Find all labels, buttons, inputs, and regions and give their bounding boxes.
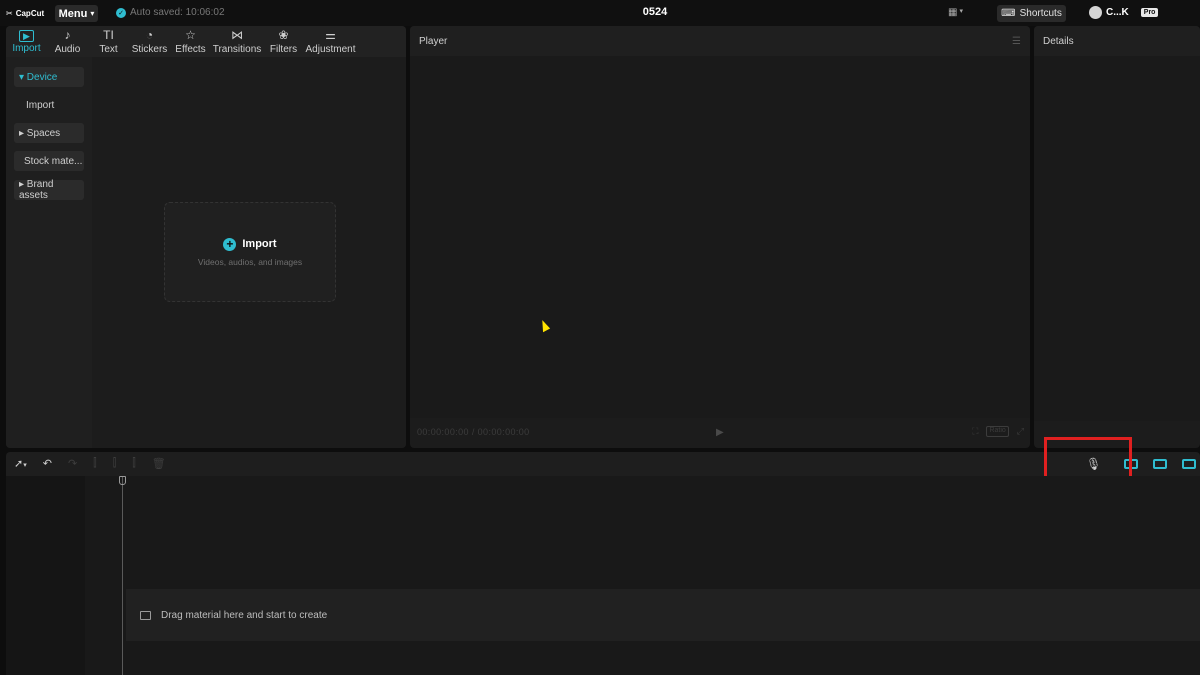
import-label: Import xyxy=(242,238,277,250)
tab-text[interactable]: TI Text xyxy=(88,26,129,57)
ratio-button[interactable]: Ratio xyxy=(986,426,1009,437)
split-left-icon: ⫿ xyxy=(112,457,117,469)
auto-snapping-icon[interactable] xyxy=(1153,459,1167,469)
redo-icon: ↷ xyxy=(67,458,78,470)
details-title: Details xyxy=(1043,36,1074,47)
timeline-area[interactable]: Drag material here and start to create xyxy=(6,476,1200,675)
effects-icon: ☆ xyxy=(185,27,196,42)
fullscreen-icon[interactable]: ⤢ xyxy=(1017,426,1024,437)
tab-label: Filters xyxy=(269,43,298,55)
import-subtitle: Videos, audios, and images xyxy=(197,256,303,267)
audio-icon: ♪ xyxy=(64,27,71,42)
split-right-icon: ⫿ xyxy=(132,457,136,469)
pro-badge: Pro xyxy=(1140,8,1159,17)
drop-hint: Drag material here and start to create xyxy=(161,609,328,621)
tool-tabs: ▶ Import ♪ Audio TI Text ◔ Stickers ☆ Ef… xyxy=(6,26,406,57)
app-logo: ✂ CapCut xyxy=(6,7,44,19)
capcut-logo-icon: ✂ xyxy=(6,8,13,18)
layout-icon: ▦ xyxy=(948,7,958,18)
player-tools: ⛶ Ratio ⤢ xyxy=(972,426,1024,437)
layout-button[interactable]: ▦ ▾ xyxy=(948,7,963,18)
mouse-cursor-icon xyxy=(537,318,551,333)
select-cursor-icon[interactable]: ➚▾ xyxy=(14,457,27,470)
undo-icon[interactable]: ↶ xyxy=(43,457,52,470)
player-header: Player ☰ xyxy=(410,26,1030,56)
sidebar-item-brand-assets[interactable]: ▸ Brand assets xyxy=(14,179,84,201)
player-title: Player xyxy=(419,36,448,47)
play-icon[interactable]: ▶ xyxy=(716,427,724,438)
delete-icon: 🗑 xyxy=(151,458,166,470)
tab-label: Transitions xyxy=(212,43,262,55)
shortcuts-label: Shortcuts xyxy=(1019,8,1062,19)
sidebar-item-spaces[interactable]: ▸ Spaces xyxy=(14,123,84,143)
media-sidebar: ▾ Device Import ▸ Spaces Stock mate... ▸… xyxy=(6,57,92,448)
stickers-icon: ◔ xyxy=(145,27,154,42)
sidebar-item-import[interactable]: Import xyxy=(14,95,84,115)
tab-label: Text xyxy=(99,43,118,55)
chevron-down-icon: ▾ xyxy=(959,8,963,15)
zoom-fit-icon[interactable]: ⛶ xyxy=(972,426,978,437)
project-name[interactable]: 0524 xyxy=(600,6,710,18)
menu-button[interactable]: Menu ▾ xyxy=(55,5,98,22)
shortcuts-button[interactable]: ⌨ Shortcuts xyxy=(997,5,1066,22)
timeline-edit-tools: ➚▾ ↶ ↷ ⫿ ⫿ ⫿ 🗑 xyxy=(14,457,166,470)
playhead-line xyxy=(122,476,123,675)
split-icon: ⫿ xyxy=(93,457,97,469)
timeline-drop-zone[interactable]: Drag material here and start to create xyxy=(126,589,1200,641)
app-name: CapCut xyxy=(15,8,45,18)
text-icon: TI xyxy=(103,27,114,42)
player-viewport[interactable] xyxy=(410,56,1030,418)
track-headers xyxy=(6,476,85,675)
user-name: C...K xyxy=(1106,7,1129,18)
tab-adjustment[interactable]: ⚌ Adjustment xyxy=(304,26,357,57)
autosave-text: Auto saved: 10:06:02 xyxy=(130,7,225,18)
linkage-icon[interactable] xyxy=(1182,459,1196,469)
keyboard-icon: ⌨ xyxy=(1001,8,1016,19)
sidebar-item-device[interactable]: ▾ Device xyxy=(14,67,84,87)
adjustment-icon: ⚌ xyxy=(325,27,336,42)
import-icon: ▶ xyxy=(19,29,34,42)
tab-filters[interactable]: ❀ Filters xyxy=(263,26,304,57)
tab-transitions[interactable]: ⋈ Transitions xyxy=(211,26,263,57)
checkmark-icon: ✓ xyxy=(116,7,126,18)
player-controls: 00:00:00:00 / 00:00:00:00 ▶ ⛶ Ratio ⤢ xyxy=(410,418,1030,448)
tab-effects[interactable]: ☆ Effects xyxy=(170,26,211,57)
playhead-handle[interactable] xyxy=(119,476,126,485)
player-panel: Player ☰ 00:00:00:00 / 00:00:00:00 ▶ ⛶ R… xyxy=(410,26,1030,448)
film-icon xyxy=(140,610,151,620)
details-body xyxy=(1034,56,1200,421)
import-button[interactable]: + Import xyxy=(223,237,277,251)
sidebar-item-stock-material[interactable]: Stock mate... xyxy=(14,151,84,171)
import-dropzone[interactable]: + Import Videos, audios, and images xyxy=(164,202,336,302)
avatar xyxy=(1089,6,1102,19)
details-header: Details xyxy=(1034,26,1200,56)
tab-import[interactable]: ▶ Import xyxy=(6,26,47,57)
tab-label: Audio xyxy=(54,43,81,55)
tab-audio[interactable]: ♪ Audio xyxy=(47,26,88,57)
tab-label: Stickers xyxy=(131,43,168,55)
user-account[interactable]: C...K Pro xyxy=(1089,6,1159,19)
plus-icon: + xyxy=(223,237,237,251)
hamburger-menu-icon[interactable]: ☰ xyxy=(1012,36,1021,47)
transitions-icon: ⋈ xyxy=(231,27,243,42)
timeline-toolbar: ➚▾ ↶ ↷ ⫿ ⫿ ⫿ 🗑 🎙 xyxy=(6,452,1200,476)
tab-label: Adjustment xyxy=(305,43,356,55)
tab-stickers[interactable]: ◔ Stickers xyxy=(129,26,170,57)
tab-label: Import xyxy=(12,42,41,54)
details-panel: Details xyxy=(1034,26,1200,448)
chevron-down-icon: ▾ xyxy=(90,9,95,18)
media-panel: ▶ Import ♪ Audio TI Text ◔ Stickers ☆ Ef… xyxy=(6,26,406,448)
title-bar: ✂ CapCut Menu ▾ ✓ Auto saved: 10:06:02 0… xyxy=(0,0,1200,26)
menu-label: Menu xyxy=(58,7,88,20)
tab-label: Effects xyxy=(175,43,206,55)
timecode: 00:00:00:00 / 00:00:00:00 xyxy=(417,427,530,437)
autosave-status: ✓ Auto saved: 10:06:02 xyxy=(116,7,225,18)
filters-icon: ❀ xyxy=(278,27,289,42)
